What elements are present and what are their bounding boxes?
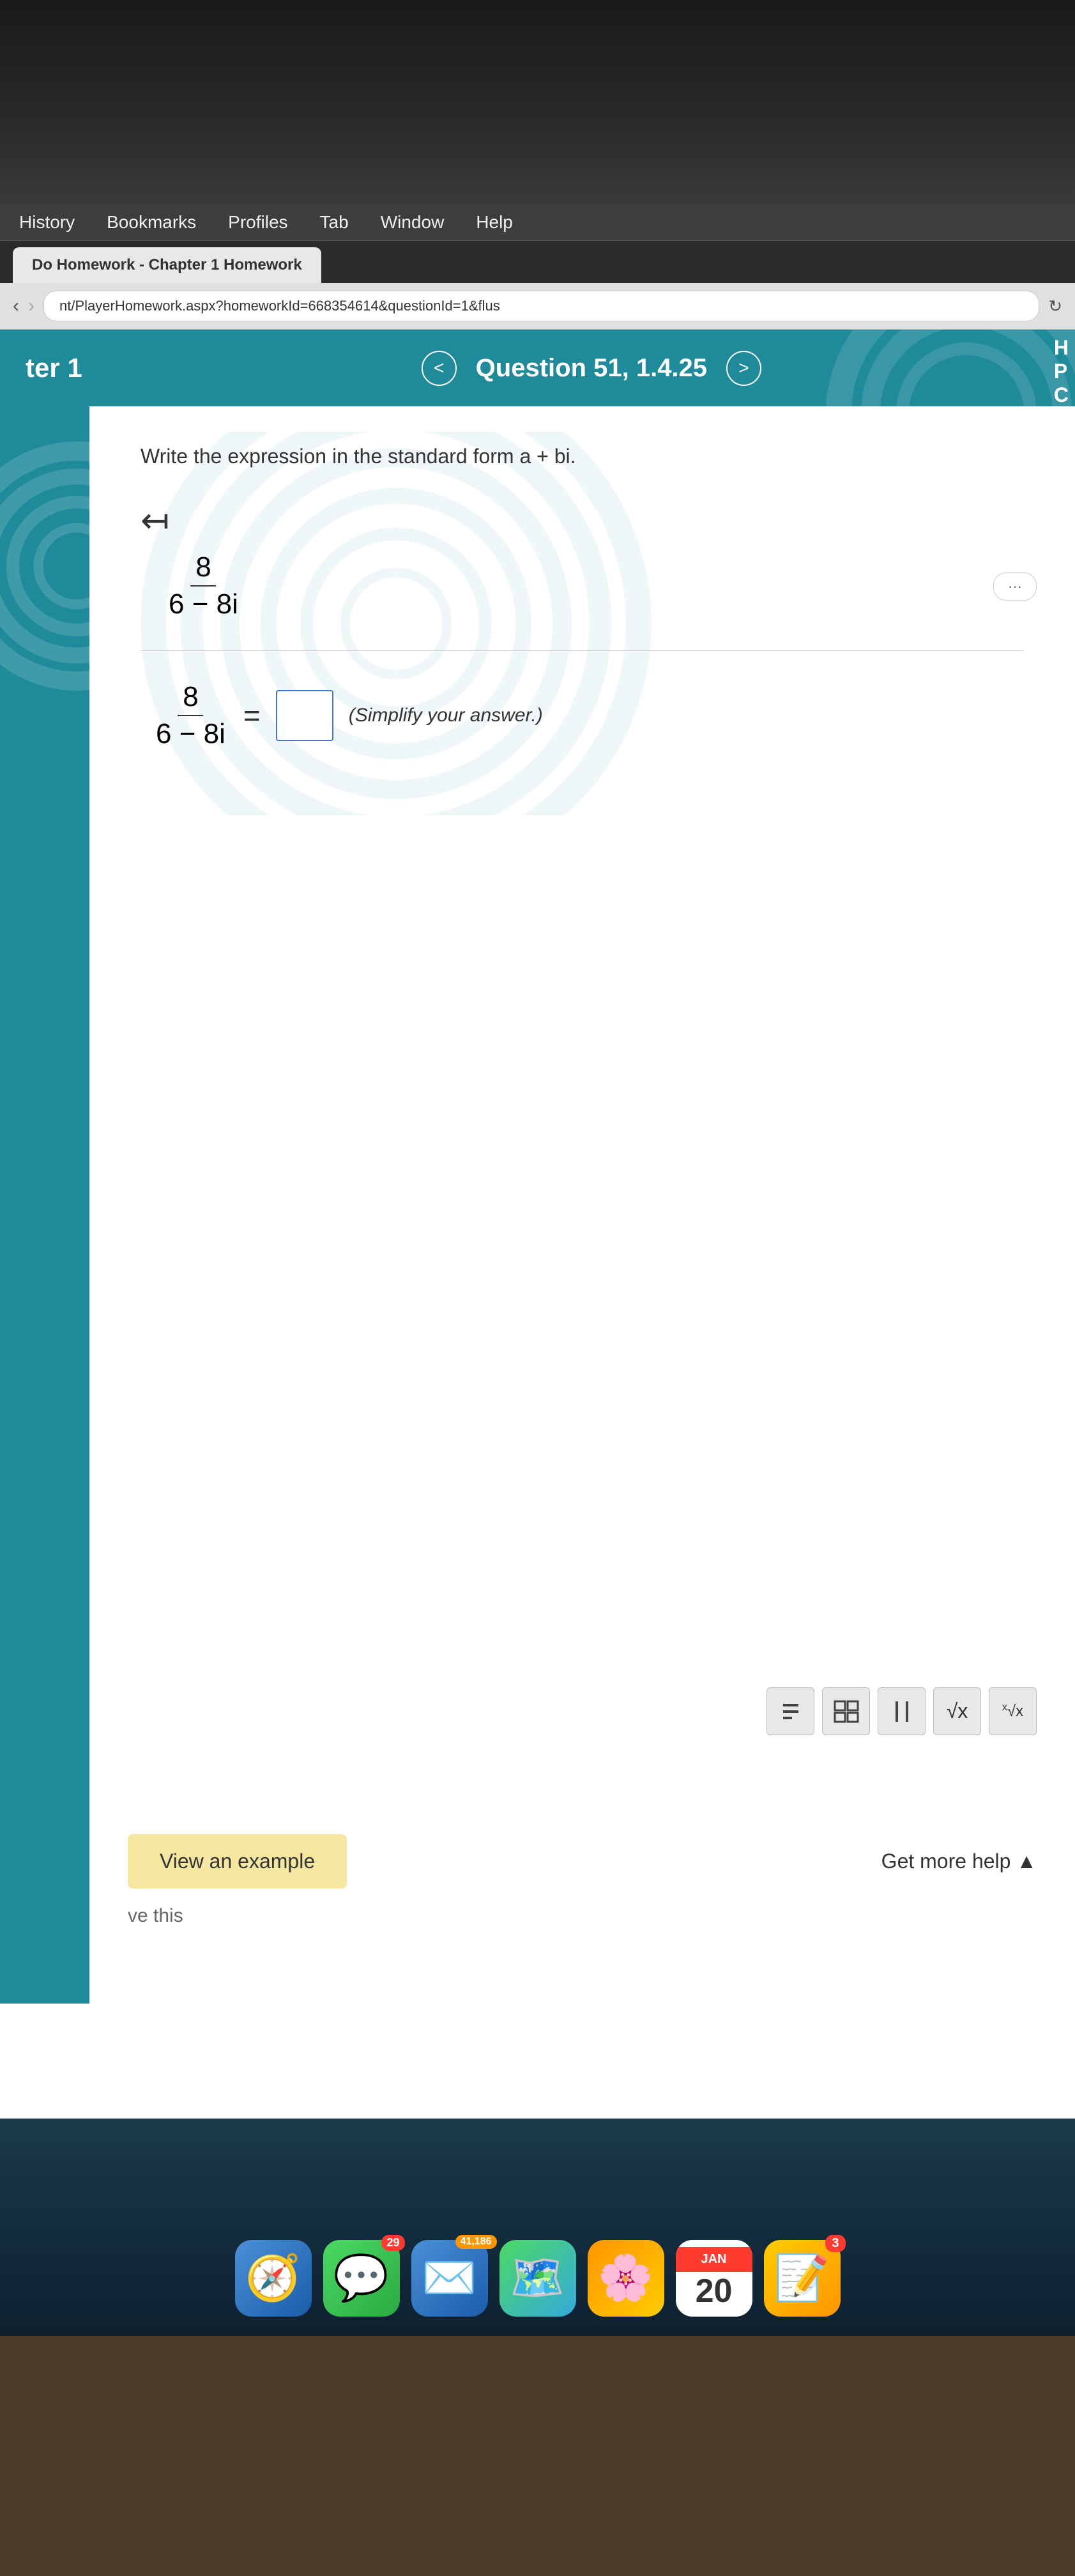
- prev-question-btn[interactable]: <: [422, 351, 457, 386]
- right-panel: Write the expression in the standard for…: [89, 406, 1075, 2004]
- get-more-help-btn[interactable]: Get more help ▲: [881, 1850, 1037, 1873]
- notes-badge: 3: [825, 2235, 845, 2252]
- menu-history[interactable]: History: [19, 212, 75, 233]
- equals-sign: =: [243, 698, 261, 733]
- calendar-date: 20: [696, 2272, 733, 2310]
- menu-bookmarks[interactable]: Bookmarks: [107, 212, 196, 233]
- dock-notes[interactable]: 📝 3: [764, 2240, 841, 2317]
- calendar-month: JAN: [676, 2247, 752, 2272]
- dock-photos[interactable]: 🌸: [588, 2240, 664, 2317]
- dock-mail[interactable]: ✉️ 41,186: [411, 2240, 488, 2317]
- menu-tab[interactable]: Tab: [320, 212, 349, 233]
- header-watermark: [807, 330, 1075, 406]
- math-toolbar: √x x√x: [766, 1687, 1037, 1735]
- dock-messages[interactable]: 💬 29: [323, 2240, 400, 2317]
- fraction-display: 8 6 − 8i: [166, 553, 1024, 618]
- question-label: Question 51, 1.4.25: [476, 354, 707, 383]
- view-example-container: View an example: [128, 1834, 347, 1889]
- next-question-btn[interactable]: >: [726, 351, 761, 386]
- math-btn-sqrt[interactable]: √x: [933, 1687, 981, 1735]
- top-bezel: [0, 0, 1075, 204]
- tab-bar: Do Homework - Chapter 1 Homework: [0, 241, 1075, 283]
- content-watermark: [141, 432, 652, 815]
- more-options-btn[interactable]: ···: [993, 572, 1037, 601]
- address-bar-row: ‹ › nt/PlayerHomework.aspx?homeworkId=66…: [0, 283, 1075, 330]
- math-btn-3[interactable]: [878, 1687, 926, 1735]
- back-browser-btn[interactable]: ‹: [13, 295, 19, 317]
- browser-chrome: History Bookmarks Profiles Tab Window He…: [0, 204, 1075, 330]
- dock-safari[interactable]: 🧭: [235, 2240, 312, 2317]
- browser-content: ter 1 < Question 51, 1.4.25 > H P C: [0, 330, 1075, 2119]
- header-right-labels: H P C: [1054, 330, 1069, 406]
- dock-calendar[interactable]: JAN 20: [676, 2240, 752, 2317]
- menu-profiles[interactable]: Profiles: [228, 212, 287, 233]
- messages-badge: 29: [381, 2235, 404, 2251]
- math-btn-2[interactable]: [822, 1687, 870, 1735]
- dock-maps[interactable]: 🗺️: [499, 2240, 576, 2317]
- mail-badge: 41,186: [455, 2235, 497, 2249]
- menu-window[interactable]: Window: [381, 212, 445, 233]
- fraction-1: 8 6 − 8i: [169, 553, 238, 618]
- content-divider: [141, 650, 1024, 651]
- simplify-hint: (Simplify your answer.): [349, 705, 543, 726]
- refresh-btn[interactable]: ↻: [1048, 296, 1062, 316]
- save-this-label: ve this: [89, 1905, 222, 1927]
- menu-bar: History Bookmarks Profiles Tab Window He…: [0, 204, 1075, 241]
- content-wrapper: Write the expression in the standard for…: [0, 406, 1075, 2004]
- back-btn[interactable]: ↤: [141, 500, 1024, 540]
- view-example-btn[interactable]: View an example: [160, 1850, 315, 1873]
- bottom-controls: View an example Get more help ▲: [89, 1834, 1075, 1889]
- left-panel: [0, 406, 89, 2004]
- answer-area: 8 6 − 8i = (Simplify your answer.): [153, 683, 1024, 748]
- instruction-text: Write the expression in the standard for…: [141, 445, 1024, 468]
- menu-help[interactable]: Help: [476, 212, 513, 233]
- forward-browser-btn[interactable]: ›: [28, 295, 34, 317]
- hw-header: ter 1 < Question 51, 1.4.25 > H P C: [0, 330, 1075, 406]
- address-bar[interactable]: nt/PlayerHomework.aspx?homeworkId=668354…: [43, 291, 1039, 321]
- chapter-label: ter 1: [0, 330, 108, 406]
- math-btn-1[interactable]: [766, 1687, 814, 1735]
- active-tab[interactable]: Do Homework - Chapter 1 Homework: [13, 247, 321, 283]
- fraction-2: 8 6 − 8i: [156, 683, 225, 748]
- answer-input[interactable]: [276, 690, 333, 741]
- dock-area: 🧭 💬 29 ✉️ 41,186 🗺️ 🌸 JAN 20 📝 3: [0, 2119, 1075, 2336]
- math-btn-nroot[interactable]: x√x: [989, 1687, 1037, 1735]
